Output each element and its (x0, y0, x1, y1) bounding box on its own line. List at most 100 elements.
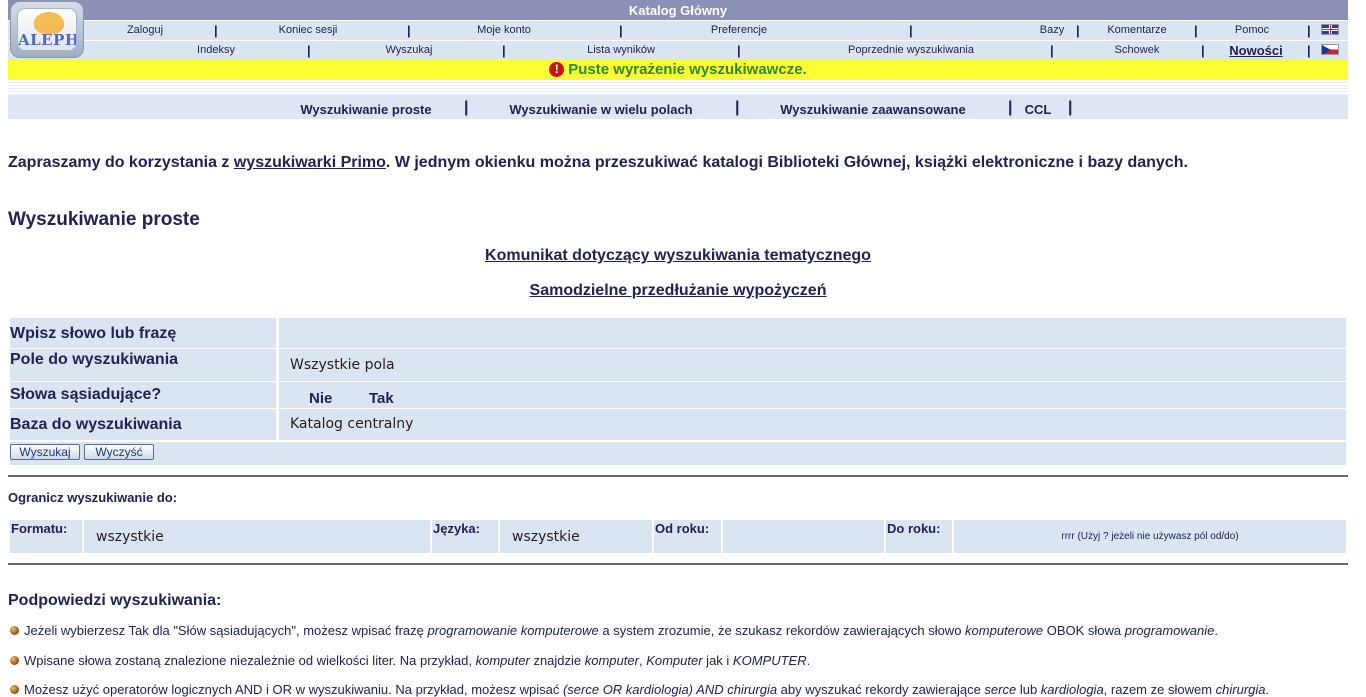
nav-separator: | (909, 23, 913, 38)
adjacent-label: Słowa sąsiadujące? (10, 382, 276, 408)
divider (8, 475, 1348, 477)
language-select[interactable]: wszystkie (500, 520, 652, 553)
nav-previous-searches[interactable]: Poprzednie wyszukiwania (848, 44, 974, 56)
hint-text: znajdzie (529, 653, 585, 668)
nav-separator: | (1307, 23, 1311, 38)
nav-row-primary: Zaloguj | Koniec sesji | Moje konto | Pr… (8, 21, 1348, 40)
year-to-label: Do roku: (886, 520, 952, 553)
adjacent-row: Słowa sąsiadujące? Nie Tak (10, 382, 1346, 408)
query-input[interactable] (279, 318, 1346, 348)
hint-example: chirurgia (1215, 682, 1266, 697)
nav-databases[interactable]: Bazy (1040, 24, 1064, 36)
nav-news-link[interactable]: Nowości (1229, 43, 1282, 58)
hint-example: komputer (475, 653, 530, 668)
nav-search[interactable]: Wyszukaj (386, 44, 433, 56)
format-select[interactable]: wszystkie (84, 520, 430, 553)
base-select[interactable]: Katalog centralny (279, 409, 1346, 440)
field-select[interactable]: Wszystkie pola (279, 349, 1346, 381)
format-label: Formatu: (10, 520, 82, 553)
english-flag-icon[interactable] (1321, 24, 1339, 35)
nav-separator: | (1076, 23, 1080, 38)
nav-help[interactable]: Pomoc (1235, 24, 1269, 36)
year-to-input[interactable]: rrrr (Użyj ? jeżeli nie używasz pól od/d… (954, 520, 1346, 553)
primo-link[interactable]: wyszukiwarki Primo (234, 154, 386, 171)
self-renewal-link[interactable]: Samodzielne przedłużanie wypożyczeń (530, 282, 827, 299)
intro-text: Zapraszamy do korzystania z wyszukiwarki… (8, 154, 1188, 172)
aleph-logo[interactable]: ALEPH (10, 1, 84, 58)
hint-text: Wpisane słowa zostaną znalezione niezale… (24, 653, 476, 668)
divider (8, 563, 1348, 565)
nav-separator: | (502, 43, 506, 58)
hint-text: Jeżeli wybierzesz Tak dla "Słów sąsiaduj… (24, 623, 428, 638)
nav-results-list[interactable]: Lista wyników (587, 44, 655, 56)
nav-separator: | (1194, 23, 1198, 38)
tab-simple-search[interactable]: Wyszukiwanie proste (300, 102, 431, 117)
hint-text: aby wyszukać rekordy zawierające (777, 682, 985, 697)
subject-search-notice: Komunikat dotyczący wyszukiwania tematyc… (8, 247, 1348, 265)
hint-example: KOMPUTER (732, 653, 807, 668)
nav-separator: | (1201, 43, 1205, 58)
intro-after: . W jednym okienku można przeszukiwać ka… (385, 154, 1188, 171)
error-message-text: Puste wyrażenie wyszukiwawcze. (568, 61, 807, 78)
logo-text: ALEPH (18, 31, 77, 49)
form-buttons-row: Wyszukaj Wyczyść (10, 442, 1346, 465)
hint-text: . (1265, 682, 1270, 697)
nav-row-secondary: Indeksy | Wyszukaj | Lista wyników | Pop… (8, 41, 1348, 60)
hint-item: Jeżeli wybierzesz Tak dla "Słów sąsiaduj… (10, 623, 1218, 638)
hint-text: lub (1016, 682, 1041, 697)
base-row: Baza do wyszukiwania Katalog centralny (10, 409, 1346, 440)
adjacent-no-option[interactable]: Nie (309, 390, 332, 407)
nav-separator: | (619, 23, 623, 38)
field-select-value: Wszystkie pola (290, 357, 395, 373)
hint-item: Wpisane słowa zostaną znalezione niezale… (10, 653, 810, 668)
aleph-logo-inner: ALEPH (17, 8, 77, 51)
bullet-icon (10, 626, 19, 635)
tab-multi-field-search[interactable]: Wyszukiwanie w wielu polach (509, 102, 692, 117)
subject-search-notice-link[interactable]: Komunikat dotyczący wyszukiwania tematyc… (485, 247, 871, 264)
adjacent-options: Nie Tak (279, 382, 1346, 408)
hint-text: , razem ze słowem (1103, 682, 1216, 697)
hint-text: OBOK słowa (1043, 623, 1125, 638)
tab-advanced-search[interactable]: Wyszukiwanie zaawansowane (780, 102, 965, 117)
year-from-label: Od roku: (654, 520, 721, 553)
czech-flag-icon[interactable] (1321, 44, 1339, 55)
clear-button[interactable]: Wyczyść (84, 444, 154, 460)
nav-comments[interactable]: Komentarze (1107, 24, 1166, 36)
adjacent-yes-option[interactable]: Tak (369, 390, 394, 407)
search-button[interactable]: Wyszukaj (10, 444, 80, 460)
language-label: Języka: (432, 520, 498, 553)
tab-ccl[interactable]: CCL (1025, 102, 1052, 117)
hint-example: Komputer (646, 653, 703, 668)
hint-text: . (1214, 623, 1218, 638)
tab-separator: | (1068, 99, 1073, 116)
hint-example: programowanie komputerowe (427, 623, 599, 638)
hint-example: komputer (584, 653, 639, 668)
exclamation-icon: ! (549, 62, 565, 77)
bullet-icon (10, 685, 19, 694)
page-title: Wyszukiwanie proste (8, 209, 200, 230)
base-label: Baza do wyszukiwania (10, 409, 276, 440)
field-row: Pole do wyszukiwania Wszystkie pola (10, 349, 1346, 381)
nav-separator: | (1050, 43, 1054, 58)
hint-example: komputerowe (965, 623, 1044, 638)
hint-text: Możesz użyć operatorów logicznych AND i … (24, 682, 563, 697)
hint-item: Możesz użyć operatorów logicznych AND i … (10, 682, 1269, 697)
nav-indexes[interactable]: Indeksy (197, 44, 235, 56)
tab-separator: | (735, 99, 740, 116)
nav-logout[interactable]: Koniec sesji (279, 24, 338, 36)
nav-preferences[interactable]: Preferencje (711, 24, 767, 36)
intro-before: Zapraszamy do korzystania z (8, 154, 234, 171)
error-message-bar: ! Puste wyrażenie wyszukiwawcze. (8, 60, 1348, 80)
nav-login[interactable]: Zaloguj (127, 24, 163, 36)
year-from-input[interactable] (723, 520, 884, 553)
nav-my-account[interactable]: Moje konto (477, 24, 531, 36)
nav-basket[interactable]: Schowek (1115, 44, 1160, 56)
bullet-icon (10, 656, 19, 665)
search-type-tabs: Wyszukiwanie proste | Wyszukiwanie w wie… (8, 82, 1348, 119)
tab-separator: | (1008, 99, 1013, 116)
nav-separator: | (307, 43, 311, 58)
field-label: Pole do wyszukiwania (10, 349, 276, 381)
nav-separator: | (407, 23, 411, 38)
query-label: Wpisz słowo lub frazę (10, 318, 276, 348)
hint-text: jak i (702, 653, 733, 668)
